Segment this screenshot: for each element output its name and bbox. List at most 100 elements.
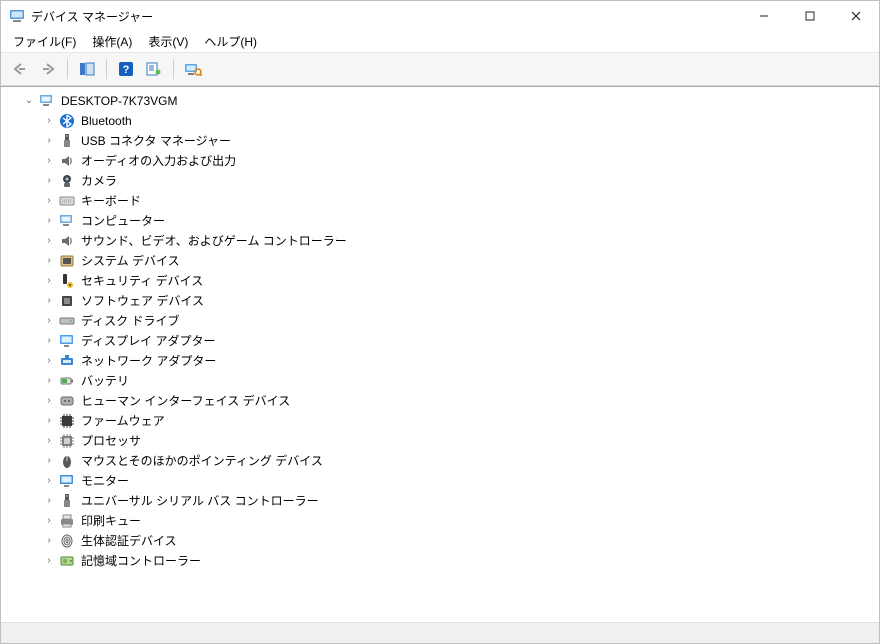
tree-root[interactable]: ⌄ DESKTOP-7K73VGM bbox=[9, 91, 877, 111]
menu-file[interactable]: ファイル(F) bbox=[5, 31, 84, 52]
toolbar-scan-hardware-button[interactable] bbox=[180, 57, 206, 81]
help-icon: ? bbox=[118, 61, 134, 77]
tree-item[interactable]: ›印刷キュー bbox=[9, 511, 877, 531]
expand-toggle-icon[interactable]: › bbox=[43, 515, 55, 527]
tree-item-label: Bluetooth bbox=[79, 111, 134, 131]
firmware-icon bbox=[59, 413, 75, 429]
tree-item[interactable]: › 生体認証デバイス bbox=[9, 531, 877, 551]
tree-item[interactable]: › バッテリ bbox=[9, 371, 877, 391]
tree-item-label: 生体認証デバイス bbox=[79, 531, 179, 551]
expand-toggle-icon[interactable]: ⌄ bbox=[23, 95, 35, 107]
menu-help[interactable]: ヘルプ(H) bbox=[196, 31, 265, 52]
tree-item-label: USB コネクタ マネージャー bbox=[79, 131, 233, 151]
toolbar-separator bbox=[173, 59, 174, 79]
tree-item[interactable]: ›ディスク ドライブ bbox=[9, 311, 877, 331]
tree-item-label: キーボード bbox=[79, 191, 143, 211]
usb-controller-icon bbox=[59, 493, 75, 509]
properties-icon bbox=[146, 62, 162, 76]
window-title: デバイス マネージャー bbox=[31, 8, 153, 25]
tree-item-label: オーディオの入力および出力 bbox=[79, 151, 238, 171]
toolbar-help-button[interactable]: ? bbox=[113, 57, 139, 81]
expand-toggle-icon[interactable]: › bbox=[43, 355, 55, 367]
expand-toggle-icon[interactable]: › bbox=[43, 535, 55, 547]
software-device-icon bbox=[59, 293, 75, 309]
tree-item[interactable]: ›ソフトウェア デバイス bbox=[9, 291, 877, 311]
tree-item[interactable]: ›ユニバーサル シリアル バス コントローラー bbox=[9, 491, 877, 511]
menu-action[interactable]: 操作(A) bbox=[84, 31, 140, 52]
tree-item-label: システム デバイス bbox=[79, 251, 182, 271]
hid-icon bbox=[59, 393, 75, 409]
tree-item[interactable]: ›記憶域コントローラー bbox=[9, 551, 877, 571]
tree-item[interactable]: › システム デバイス bbox=[9, 251, 877, 271]
toolbar-properties-button[interactable] bbox=[141, 57, 167, 81]
expand-toggle-icon[interactable]: › bbox=[43, 455, 55, 467]
storage-controller-icon bbox=[59, 553, 75, 569]
device-manager-window: デバイス マネージャー ファイル(F) 操作(A) 表示(V) ヘルプ(H) ? bbox=[0, 0, 880, 644]
battery-icon bbox=[59, 373, 75, 389]
expand-toggle-icon[interactable]: › bbox=[43, 555, 55, 567]
tree-item[interactable]: › ヒューマン インターフェイス デバイス bbox=[9, 391, 877, 411]
expand-toggle-icon[interactable]: › bbox=[43, 135, 55, 147]
system-devices-icon bbox=[59, 253, 75, 269]
tree-item[interactable]: › サウンド、ビデオ、およびゲーム コントローラー bbox=[9, 231, 877, 251]
tree-item[interactable]: ›セキュリティ デバイス bbox=[9, 271, 877, 291]
expand-toggle-icon[interactable]: › bbox=[43, 215, 55, 227]
expand-toggle-icon[interactable]: › bbox=[43, 235, 55, 247]
tree-item[interactable]: › マウスとそのほかのポインティング デバイス bbox=[9, 451, 877, 471]
camera-icon bbox=[59, 173, 75, 189]
tree-item[interactable]: › Bluetooth bbox=[9, 111, 877, 131]
status-bar bbox=[1, 622, 879, 643]
tree-item[interactable]: › キーボード bbox=[9, 191, 877, 211]
tree-item[interactable]: ›カメラ bbox=[9, 171, 877, 191]
tree-item-label: ネットワーク アダプター bbox=[79, 351, 218, 371]
tree-item[interactable]: ›ディスプレイ アダプター bbox=[9, 331, 877, 351]
disk-drive-icon bbox=[59, 313, 75, 329]
expand-toggle-icon[interactable]: › bbox=[43, 335, 55, 347]
expand-toggle-icon[interactable]: › bbox=[43, 435, 55, 447]
tree-item-label: ヒューマン インターフェイス デバイス bbox=[79, 391, 292, 411]
expand-toggle-icon[interactable]: › bbox=[43, 495, 55, 507]
expand-toggle-icon[interactable]: › bbox=[43, 255, 55, 267]
expand-toggle-icon[interactable]: › bbox=[43, 175, 55, 187]
tree-item[interactable]: › オーディオの入力および出力 bbox=[9, 151, 877, 171]
expand-toggle-icon[interactable]: › bbox=[43, 275, 55, 287]
tree-item[interactable]: › USB コネクタ マネージャー bbox=[9, 131, 877, 151]
computer-icon bbox=[39, 93, 55, 109]
sound-video-game-icon bbox=[59, 233, 75, 249]
expand-toggle-icon[interactable]: › bbox=[43, 115, 55, 127]
toolbar-back-button[interactable] bbox=[7, 57, 33, 81]
tree-item-label: サウンド、ビデオ、およびゲーム コントローラー bbox=[79, 231, 349, 251]
expand-toggle-icon[interactable]: › bbox=[43, 415, 55, 427]
expand-toggle-icon[interactable]: › bbox=[43, 155, 55, 167]
back-arrow-icon bbox=[12, 62, 28, 76]
expand-toggle-icon[interactable]: › bbox=[43, 375, 55, 387]
device-tree[interactable]: ⌄ DESKTOP-7K73VGM › Bluetooth › USB コネクタ マネ… bbox=[1, 86, 879, 622]
expand-toggle-icon[interactable]: › bbox=[43, 195, 55, 207]
biometric-icon bbox=[59, 533, 75, 549]
expand-toggle-icon[interactable]: › bbox=[43, 475, 55, 487]
menubar: ファイル(F) 操作(A) 表示(V) ヘルプ(H) bbox=[1, 31, 879, 53]
minimize-button[interactable] bbox=[741, 1, 787, 31]
tree-item-label: バッテリ bbox=[79, 371, 131, 391]
tree-item[interactable]: › ネットワーク アダプター bbox=[9, 351, 877, 371]
toolbar-forward-button[interactable] bbox=[35, 57, 61, 81]
tree-item[interactable]: ›コンピューター bbox=[9, 211, 877, 231]
titlebar: デバイス マネージャー bbox=[1, 1, 879, 31]
tree-item[interactable]: ›モニター bbox=[9, 471, 877, 491]
tree-item[interactable]: ›プロセッサ bbox=[9, 431, 877, 451]
menu-view[interactable]: 表示(V) bbox=[140, 31, 196, 52]
expand-toggle-icon[interactable]: › bbox=[43, 315, 55, 327]
svg-text:?: ? bbox=[123, 64, 130, 76]
expand-toggle-icon[interactable]: › bbox=[43, 295, 55, 307]
close-button[interactable] bbox=[833, 1, 879, 31]
tree-item-label: マウスとそのほかのポインティング デバイス bbox=[79, 451, 325, 471]
tree-item-label: ファームウェア bbox=[79, 411, 167, 431]
expand-toggle-icon[interactable]: › bbox=[43, 395, 55, 407]
tree-item[interactable]: › ファームウェア bbox=[9, 411, 877, 431]
toolbar-show-hide-tree-button[interactable] bbox=[74, 57, 100, 81]
maximize-button[interactable] bbox=[787, 1, 833, 31]
toolbar: ? bbox=[1, 53, 879, 86]
network-adapter-icon bbox=[59, 353, 75, 369]
print-queue-icon bbox=[59, 513, 75, 529]
security-device-icon bbox=[59, 273, 75, 289]
